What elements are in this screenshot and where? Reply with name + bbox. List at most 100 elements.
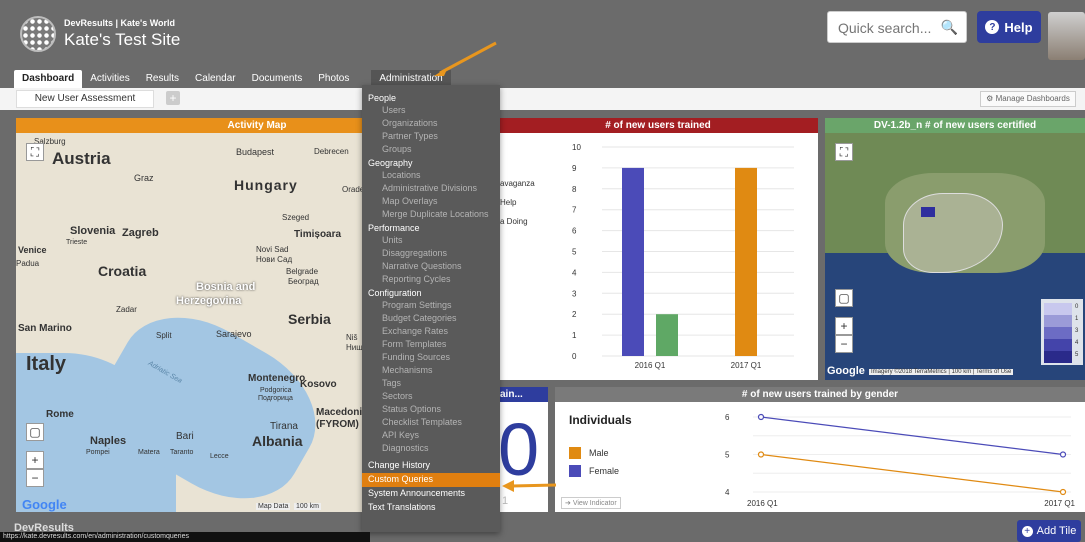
menu-item-merge-duplicate-locations[interactable]: Merge Duplicate Locations xyxy=(362,208,500,221)
fullscreen-icon[interactable]: ⛶ xyxy=(26,143,44,161)
legend-swatch xyxy=(1044,339,1072,351)
certified-map[interactable]: ⛶ ▢ + − 0 1 3 4 5 Google Imagery ©2018 T… xyxy=(825,133,1085,380)
map-label: Zadar xyxy=(116,305,137,314)
fullscreen-icon[interactable]: ⛶ xyxy=(835,143,853,161)
y-tick-label: 6 xyxy=(572,227,577,236)
map-label: Београд xyxy=(288,277,319,286)
y-tick-label: 9 xyxy=(572,164,577,173)
devresults-logo[interactable] xyxy=(20,16,56,52)
menu-item-organizations[interactable]: Organizations xyxy=(362,117,500,130)
map-label: Bari xyxy=(176,431,194,442)
tab-photos[interactable]: Photos xyxy=(310,70,357,88)
map-label: Niš xyxy=(346,333,358,342)
certified-tile: DV-1.2b_n # of new users certified ⛶ ▢ +… xyxy=(825,118,1085,380)
y-tick-label: 0 xyxy=(572,352,577,361)
map-label: Ниш xyxy=(346,343,363,352)
menu-item-status-options[interactable]: Status Options xyxy=(362,403,500,416)
zoom-in-button[interactable]: + xyxy=(835,317,853,335)
legend-label: 3 xyxy=(1075,328,1079,334)
menu-item-text-translations[interactable]: Text Translations xyxy=(362,501,500,515)
map-label: San Marino xyxy=(18,323,72,334)
map-label: Taranto xyxy=(170,449,194,456)
map-label: Hungary xyxy=(234,177,298,193)
map-label: Debrecen xyxy=(314,147,349,156)
menu-item-custom-queries[interactable]: Custom Queries xyxy=(362,473,500,487)
map-scale: 100 km xyxy=(294,503,321,510)
menu-item-program-settings[interactable]: Program Settings xyxy=(362,299,500,312)
map-type-icon[interactable]: ▢ xyxy=(26,423,44,441)
manage-dashboards-label: Manage Dashboards xyxy=(995,94,1070,103)
menu-item-tags[interactable]: Tags xyxy=(362,377,500,390)
menu-item-groups[interactable]: Groups xyxy=(362,143,500,156)
menu-item-partner-types[interactable]: Partner Types xyxy=(362,130,500,143)
map-label: (FYROM) xyxy=(316,419,359,430)
x-tick-label: 2017 Q1 xyxy=(1044,499,1075,508)
menu-item-sectors[interactable]: Sectors xyxy=(362,390,500,403)
menu-item-disaggregations[interactable]: Disaggregations xyxy=(362,247,500,260)
zoom-in-button[interactable]: + xyxy=(26,451,44,469)
menu-item-exchange-rates[interactable]: Exchange Rates xyxy=(362,325,500,338)
tab-results[interactable]: Results xyxy=(138,70,187,88)
menu-item-reporting-cycles[interactable]: Reporting Cycles xyxy=(362,273,500,286)
manage-dashboards-button[interactable]: ⚙ Manage Dashboards xyxy=(980,91,1076,107)
zoom-out-button[interactable]: − xyxy=(835,335,853,353)
map-label: Tirana xyxy=(270,421,298,432)
map-label: Albania xyxy=(252,433,303,449)
y-tick-label: 2 xyxy=(572,310,577,319)
map-label: Подгорица xyxy=(258,395,293,402)
menu-item-system-announcements[interactable]: System Announcements xyxy=(362,487,500,501)
add-tile-button[interactable]: + Add Tile xyxy=(1017,520,1081,542)
map-label: Graz xyxy=(134,173,154,183)
menu-item-form-templates[interactable]: Form Templates xyxy=(362,338,500,351)
tab-activities[interactable]: Activities xyxy=(82,70,137,88)
menu-item-mechanisms[interactable]: Mechanisms xyxy=(362,364,500,377)
users-trained-tile: # of new users trained avaganza Help a D… xyxy=(498,118,818,380)
menu-section-configuration: Configuration xyxy=(368,288,422,298)
menu-item-change-history[interactable]: Change History xyxy=(362,459,500,473)
avatar[interactable] xyxy=(1048,12,1085,60)
dashboard-bar xyxy=(0,88,1085,110)
map-label: Pompei xyxy=(86,449,110,456)
search-icon[interactable]: 🔍 xyxy=(941,19,958,36)
help-button[interactable]: ? Help xyxy=(977,11,1041,43)
menu-item-administrative-divisions[interactable]: Administrative Divisions xyxy=(362,182,500,195)
menu-item-narrative-questions[interactable]: Narrative Questions xyxy=(362,260,500,273)
legend-swatch xyxy=(1044,303,1072,315)
map-label: Belgrade xyxy=(286,267,319,276)
menu-item-funding-sources[interactable]: Funding Sources xyxy=(362,351,500,364)
map-label: Montenegro xyxy=(248,373,306,384)
menu-item-budget-categories[interactable]: Budget Categories xyxy=(362,312,500,325)
plus-icon: + xyxy=(1021,525,1033,537)
quick-search[interactable]: 🔍 xyxy=(827,11,967,43)
menu-item-locations[interactable]: Locations xyxy=(362,169,500,182)
menu-item-diagnostics[interactable]: Diagnostics xyxy=(362,442,500,455)
map-label: Podgorica xyxy=(260,387,292,394)
map-label: Rome xyxy=(46,409,74,420)
menu-item-checklist-templates[interactable]: Checklist Templates xyxy=(362,416,500,429)
menu-item-map-overlays[interactable]: Map Overlays xyxy=(362,195,500,208)
tab-dashboard[interactable]: Dashboard xyxy=(14,70,83,88)
map-data-link[interactable]: Map Data xyxy=(256,503,291,510)
legend-label: 5 xyxy=(1075,352,1079,358)
add-dashboard-button[interactable]: + xyxy=(166,91,180,105)
dashboard-tab[interactable]: New User Assessment xyxy=(16,90,154,108)
map-type-icon[interactable]: ▢ xyxy=(835,289,853,307)
map-label: Sarajevo xyxy=(216,329,252,339)
legend-swatch xyxy=(1044,327,1072,339)
zoom-out-button[interactable]: − xyxy=(26,469,44,487)
data-point xyxy=(757,451,765,458)
menu-section-performance: Performance xyxy=(368,223,420,233)
help-label: Help xyxy=(1004,19,1033,35)
map-label: Matera xyxy=(138,449,160,456)
quick-search-input[interactable] xyxy=(838,18,938,38)
question-icon: ? xyxy=(985,20,1000,34)
tab-documents[interactable]: Documents xyxy=(244,70,311,88)
site-name[interactable]: Kate's Test Site xyxy=(64,30,180,50)
map-label: Austria xyxy=(52,149,111,168)
menu-item-units[interactable]: Units xyxy=(362,234,500,247)
tab-calendar[interactable]: Calendar xyxy=(187,70,244,88)
menu-item-api-keys[interactable]: API Keys xyxy=(362,429,500,442)
menu-item-users[interactable]: Users xyxy=(362,104,500,117)
map-label: Нови Сад xyxy=(256,255,293,264)
tile-title: DV-1.2b_n # of new users certified xyxy=(825,118,1085,133)
